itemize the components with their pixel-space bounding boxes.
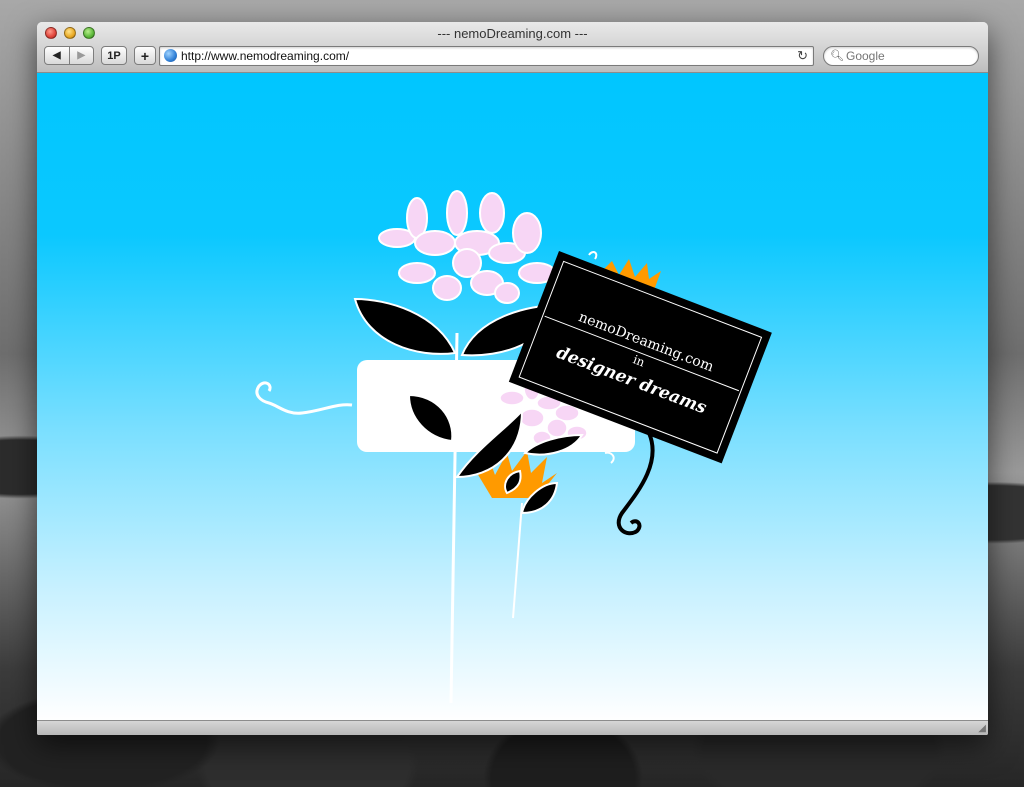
web-page-viewport: nemoDreaming.com in designer dreams [37,73,988,721]
swirl-small-right [604,451,615,464]
globe-icon [164,49,177,62]
back-forward-buttons: ◀ ▶ [44,46,94,65]
forward-icon[interactable]: ▶ [68,47,94,64]
add-bookmark-button[interactable]: + [134,46,156,65]
address-bar[interactable]: http://www.nemodreaming.com/ ↻ [159,46,814,66]
resize-grip-icon[interactable]: ◢ [978,723,986,734]
browser-window: --- nemoDreaming.com --- ◀ ▶ 1P + http:/… [37,22,988,735]
back-icon[interactable]: ◀ [45,47,69,64]
onepassword-button[interactable]: 1P [101,46,127,65]
search-input[interactable] [846,48,971,64]
address-url[interactable]: http://www.nemodreaming.com/ [181,49,349,63]
swirl-small-top [588,251,598,260]
search-icon[interactable]: 🔍︎ [830,49,844,62]
window-title: --- nemoDreaming.com --- [437,26,588,41]
status-bar: ◢ [37,720,988,735]
title-bar[interactable]: --- nemoDreaming.com --- ◀ ▶ 1P + http:/… [37,22,988,73]
reload-icon[interactable]: ↻ [797,48,808,64]
flower-artwork: nemoDreaming.com in designer dreams [255,190,772,704]
stem-small [512,502,523,619]
search-field[interactable]: 🔍︎ [823,46,979,66]
pink-flower-large [378,190,556,304]
swirl-left [255,381,353,415]
